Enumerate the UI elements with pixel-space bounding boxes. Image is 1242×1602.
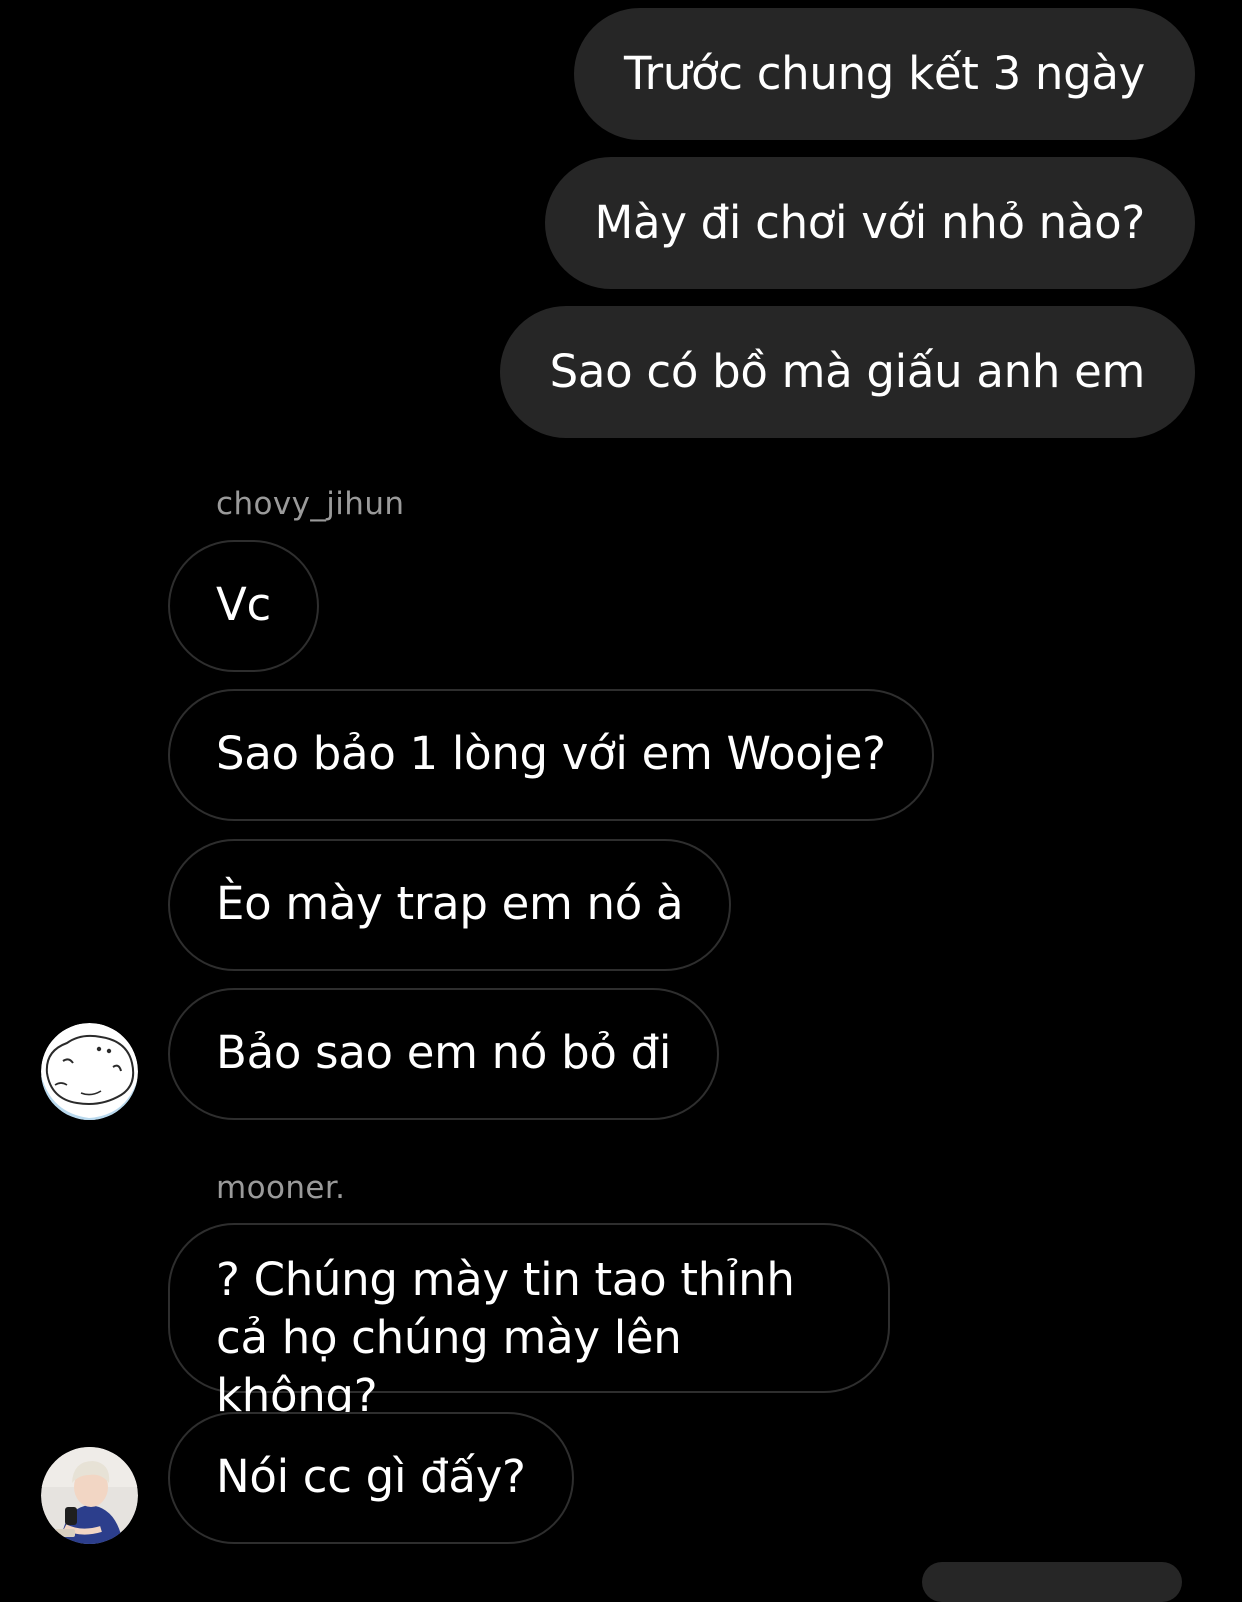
message-text: Nói cc gì đấy? [216, 1450, 526, 1503]
incoming-message[interactable]: Sao bảo 1 lòng với em Wooje? [168, 689, 934, 821]
sender-name[interactable]: mooner. [216, 1170, 345, 1206]
cartoon-blob-avatar-icon[interactable] [41, 1023, 138, 1120]
message-text: Sao có bồ mà giấu anh em [549, 345, 1146, 398]
sender-name[interactable]: chovy_jihun [216, 486, 404, 522]
incoming-message[interactable]: Nói cc gì đấy? [168, 1412, 574, 1544]
incoming-message[interactable]: Vc [168, 540, 319, 672]
message-text: Bảo sao em nó bỏ đi [216, 1026, 672, 1079]
message-text: Trước chung kết 3 ngày [624, 47, 1145, 100]
outgoing-message[interactable]: Sao có bồ mà giấu anh em [499, 306, 1195, 438]
message-text: Sao bảo 1 lòng với em Wooje? [216, 727, 886, 780]
message-text: ? Chúng mày tin tao thỉnh cả họ chúng mà… [216, 1253, 795, 1422]
message-text: Mày đi chơi với nhỏ nào? [594, 196, 1146, 249]
incoming-message[interactable]: ? Chúng mày tin tao thỉnh cả họ chúng mà… [168, 1223, 890, 1422]
message-text: Vc [216, 578, 271, 631]
outgoing-message[interactable]: Trước chung kết 3 ngày [574, 8, 1195, 140]
incoming-message[interactable]: Bảo sao em nó bỏ đi [168, 988, 720, 1120]
person-photo-avatar-icon[interactable] [41, 1447, 138, 1544]
outgoing-message[interactable]: Mày đi chơi với nhỏ nào? [544, 157, 1195, 289]
outgoing-message-partial [922, 1562, 1182, 1602]
incoming-message[interactable]: Èo mày trap em nó à [168, 839, 732, 971]
message-text: Èo mày trap em nó à [216, 877, 684, 930]
